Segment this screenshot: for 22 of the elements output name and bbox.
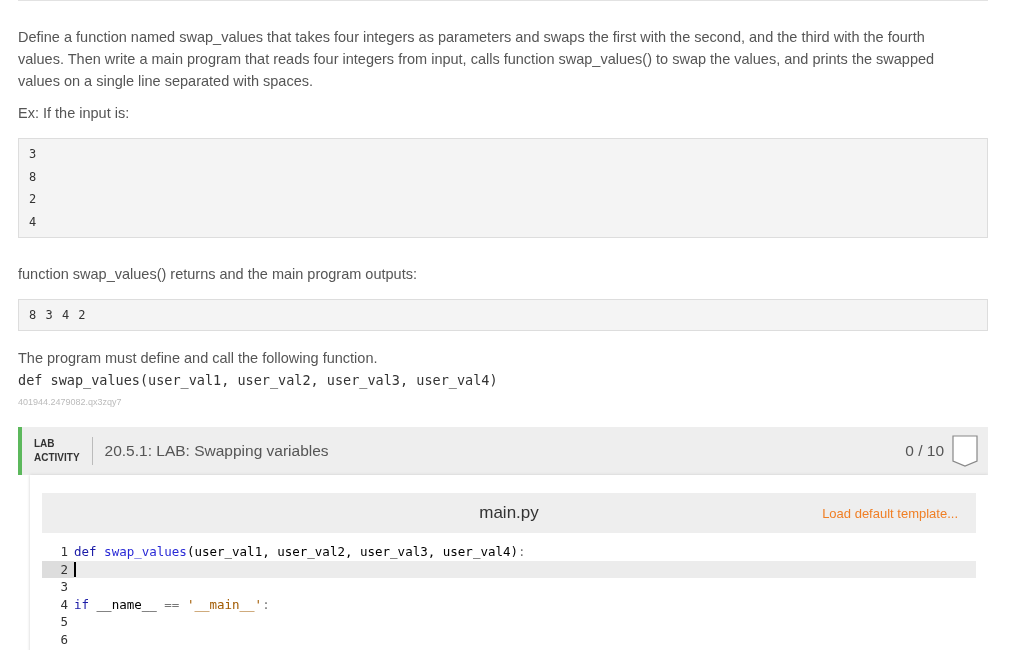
text-cursor — [74, 561, 76, 577]
line-number: 2 — [42, 560, 74, 578]
requirement-text: The program must define and call the following function. — [18, 349, 379, 368]
line-number: 4 — [59, 595, 69, 613]
example-input-block: 3 8 2 4 — [18, 138, 988, 238]
score-text: 0 / 10 — [905, 442, 944, 460]
example-intro-text: Ex: If the input is: — [18, 104, 131, 123]
example-output-block: 8 3 4 2 — [18, 299, 988, 331]
code-line: if __name__ == '__main__': — [74, 595, 270, 613]
line-number: 6 — [59, 630, 69, 648]
completion-badge-icon — [952, 435, 978, 467]
code-line: def swap_values(user_val1, user_val2, user_val3, user_val4): — [74, 543, 526, 561]
lab-activity-label: LAB ACTIVITY — [34, 437, 93, 465]
description-text: Define a function named swap_values that takes four integers as parameters and swaps the first with the second, and the third with the fourth values. Then write a main program that reads four integers from input, calls function swap_values() to swap the values, and prints the swapped values on a single line separated with spaces. — [18, 28, 936, 91]
function-signature: def swap_values(user_val1, user_val2, user_val3, user_val4) — [18, 371, 499, 391]
file-name: main.py — [479, 503, 539, 523]
line-number: 1 — [59, 543, 69, 561]
line-number: 3 — [59, 578, 69, 596]
line-number: 5 — [59, 613, 69, 631]
reference-id: 401944.2479082.qx3zqy7 — [18, 397, 123, 407]
lab-title: 20.5.1: LAB: Swapping variables — [103, 442, 330, 460]
output-intro-text: function swap_values() returns and the main program outputs: — [18, 265, 418, 284]
